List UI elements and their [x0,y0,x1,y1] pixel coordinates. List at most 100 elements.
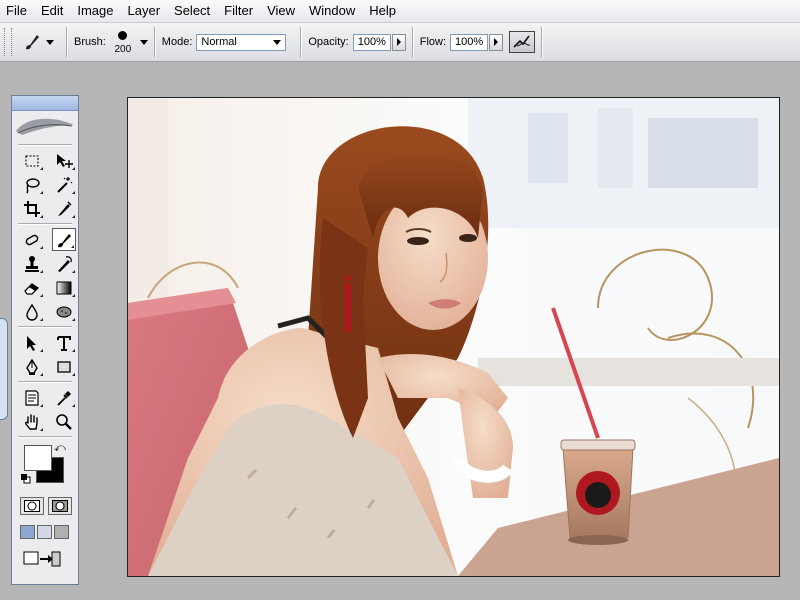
options-bar: Brush: 200 Mode: Normal Opacity: 100% Fl… [0,23,800,62]
slice-tool[interactable] [52,197,76,220]
jump-to-row [12,549,78,569]
mode-label: Mode: [161,36,193,48]
standard-mode-button[interactable] [20,497,44,515]
menu-image[interactable]: Image [71,0,121,22]
opacity-field[interactable]: 100% [352,33,391,51]
airbrush-icon [513,35,531,48]
brush-size: 200 [114,44,132,55]
tool-preset-picker[interactable] [22,32,60,52]
toolbox-title-bar[interactable] [12,96,78,111]
divider [18,436,72,438]
history-brush-icon [58,255,72,272]
path-selection-tool[interactable] [20,331,44,354]
eyedropper-icon [57,390,71,406]
chevron-down-icon [46,39,54,45]
move-icon [57,153,73,168]
menu-layer[interactable]: Layer [122,0,169,22]
menu-select[interactable]: Select [168,0,218,22]
menu-filter[interactable]: Filter [218,0,261,22]
divider [18,381,72,383]
lasso-icon [26,177,40,193]
document-window[interactable] [127,97,780,577]
stamp-icon [25,255,39,272]
menu-bar: File Edit Image Layer Select Filter View… [0,0,800,23]
divider [18,223,72,225]
flow-field[interactable]: 100% [450,33,489,51]
mask-mode-row [12,497,78,515]
lasso-tool[interactable] [20,173,44,196]
default-colors-icon[interactable] [21,474,31,484]
swap-colors-icon[interactable]: ⤺ [54,442,66,455]
pen-nib-icon [26,358,38,375]
dodge-tool[interactable] [52,300,76,323]
zoom-tool[interactable] [52,410,76,433]
photo-canvas[interactable] [128,98,779,576]
magic-wand-icon [57,176,73,193]
arrow-right-icon [494,38,499,46]
full-screen-mode-button[interactable] [54,525,69,539]
type-icon [57,335,71,351]
gradient-icon [56,281,72,294]
flow-slider-button[interactable] [489,33,504,51]
menu-help[interactable]: Help [363,0,404,22]
divider [411,27,414,57]
history-brush-tool[interactable] [52,252,76,275]
divider [300,27,303,57]
tool-grid-view [12,386,78,433]
notes-tool[interactable] [20,386,44,409]
pen-tool[interactable] [20,355,44,378]
airbrush-toggle[interactable] [509,31,536,53]
menu-file[interactable]: File [0,0,35,22]
eyedropper-tool[interactable] [52,386,76,409]
eraser-icon [24,282,40,295]
tool-grid [12,149,78,220]
clone-stamp-tool[interactable] [20,252,44,275]
marquee-icon [25,155,39,166]
brush-picker[interactable]: 200 [110,26,136,58]
opacity-label: Opacity: [308,36,349,48]
quick-mask-mode-button[interactable] [48,497,72,515]
blur-tool[interactable] [20,300,44,323]
slice-icon [58,201,72,216]
type-tool[interactable] [52,331,76,354]
healing-brush-tool[interactable] [20,228,44,251]
options-bar-grip[interactable] [4,28,12,56]
brush-tool[interactable] [52,228,76,251]
palette-dock-edge[interactable] [0,318,8,420]
hand-tool[interactable] [20,410,44,433]
standard-mode-icon [24,500,40,512]
marquee-tool[interactable] [20,149,44,172]
chevron-down-icon [273,39,282,45]
menu-edit[interactable]: Edit [35,0,71,22]
magic-wand-tool[interactable] [52,173,76,196]
droplet-icon [26,303,38,321]
crop-icon [24,200,40,217]
brush-icon [26,35,39,50]
eraser-tool[interactable] [20,276,44,299]
gradient-tool[interactable] [52,276,76,299]
full-screen-menu-mode-button[interactable] [37,525,52,539]
feather-logo-icon[interactable] [12,111,78,141]
quick-mask-icon [52,500,68,512]
tool-grid-vector [12,331,78,378]
standard-screen-mode-button[interactable] [20,525,35,539]
mode-select[interactable]: Normal [196,33,287,51]
arrow-right-icon [396,38,401,46]
brush-tip-icon [117,31,127,40]
divider [541,27,544,57]
crop-tool[interactable] [20,197,44,220]
foreground-color-swatch[interactable] [24,445,52,471]
note-icon [25,389,39,406]
move-tool[interactable] [52,149,76,172]
hand-icon [25,413,38,430]
brush-dropdown-icon[interactable] [139,39,148,45]
menu-window[interactable]: Window [303,0,363,22]
toolbox: ⤺ [11,95,79,585]
menu-view[interactable]: View [261,0,303,22]
brush-icon [58,233,71,247]
jump-to-imageready-icon[interactable] [22,549,62,569]
shape-tool[interactable] [52,355,76,378]
divider [153,27,156,57]
opacity-slider-button[interactable] [391,33,406,51]
divider [66,27,68,57]
